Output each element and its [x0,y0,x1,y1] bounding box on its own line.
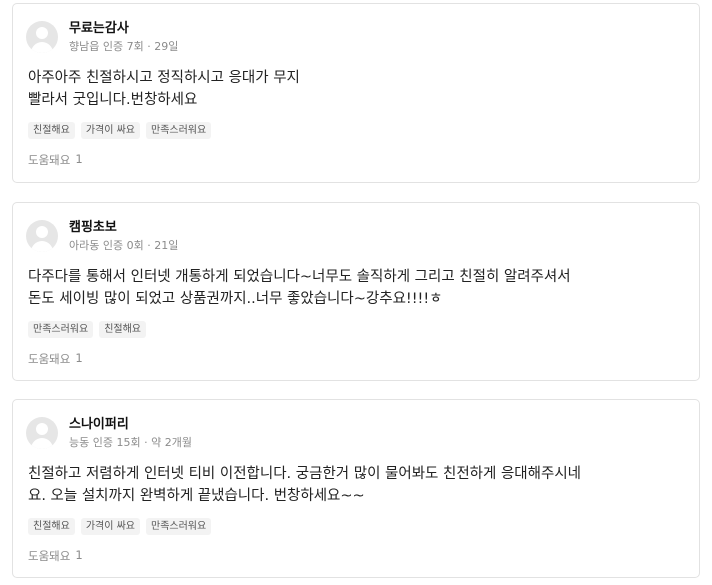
helpful-count: 1 [75,351,83,365]
avatar[interactable] [26,21,58,53]
review-tag: 친절해요 [28,518,75,535]
review-tag: 가격이 싸요 [80,518,140,535]
review-tag: 만족스러워요 [146,518,212,535]
review-text-line: 아주아주 친절하시고 정직하시고 응대가 무지 [28,70,300,86]
author-location: 아라동 [69,239,100,252]
author-location: 향남읍 [69,40,100,53]
helpful-label: 도움돼요 [28,153,71,167]
author-sub-info: 향남읍 인증 7회 · 29일 [69,40,179,53]
review-header: 스나이퍼리 능동 인증 15회 · 약 2개월 [26,416,192,450]
avatar-body-shape [31,241,53,252]
avatar[interactable] [26,220,58,252]
cert-count: 인증 15회 [92,436,141,449]
review-text-line: 친절하고 저렴하게 인터넷 티비 이전합니다. 궁금한거 많이 물어봐도 친전하… [28,466,582,482]
review-header: 무료는감사 향남읍 인증 7회 · 29일 [26,20,178,54]
helpful-count: 1 [75,152,83,166]
helpful-count: 1 [75,548,83,562]
review-list: 무료는감사 향남읍 인증 7회 · 29일 아주아주 친절하시고 정직하시고 응… [0,0,712,585]
review-card: 스나이퍼리 능동 인증 15회 · 약 2개월 친절하고 저렴하게 인터넷 티비… [12,399,700,578]
author-sub-info: 아라동 인증 0회 · 21일 [69,239,179,252]
review-text-line: 빨라서 굿입니다.번창하세요 [28,92,198,108]
avatar-body-shape [31,42,53,53]
helpful-label: 도움돼요 [28,352,71,366]
avatar[interactable] [26,417,58,449]
author-location: 능동 [69,436,90,449]
review-tag: 만족스러워요 [28,321,94,338]
helpful-button[interactable]: 도움돼요 1 [28,152,83,168]
helpful-button[interactable]: 도움돼요 1 [28,548,83,564]
avatar-head-shape [36,226,48,238]
helpful-button[interactable]: 도움돼요 1 [28,351,83,367]
review-card: 캠핑초보 아라동 인증 0회 · 21일 다주다를 통해서 인터넷 개통하게 되… [12,202,700,381]
author-sub-info: 능동 인증 15회 · 약 2개월 [69,436,192,449]
helpful-label: 도움돼요 [28,549,71,563]
review-date: 약 2개월 [151,436,192,449]
review-text: 다주다를 통해서 인터넷 개통하게 되었습니다~너무도 솔직하게 그리고 친절히… [28,266,688,310]
review-text-line: 다주다를 통해서 인터넷 개통하게 되었습니다~너무도 솔직하게 그리고 친절히… [28,269,571,285]
review-tags: 친절해요 가격이 싸요 만족스러워요 [28,122,217,139]
review-meta: 스나이퍼리 능동 인증 15회 · 약 2개월 [69,416,192,450]
author-name[interactable]: 캠핑초보 [69,219,178,236]
review-meta: 캠핑초보 아라동 인증 0회 · 21일 [69,219,178,253]
review-text-line: 요. 오늘 설치까지 완벽하게 끝냈습니다. 번창하세요~~ [28,488,365,504]
review-meta: 무료는감사 향남읍 인증 7회 · 29일 [69,20,178,54]
review-text: 친절하고 저렴하게 인터넷 티비 이전합니다. 궁금한거 많이 물어봐도 친전하… [28,463,688,507]
avatar-head-shape [36,27,48,39]
review-text-line: 돈도 세이빙 많이 되었고 상품권까지..너무 좋았습니다~강추요!!!!ㅎ [28,291,443,307]
author-name[interactable]: 무료는감사 [69,20,178,37]
review-date: 21일 [154,239,179,252]
review-tag: 만족스러워요 [146,122,212,139]
avatar-body-shape [31,438,53,449]
author-name[interactable]: 스나이퍼리 [69,416,192,433]
review-tag: 친절해요 [28,122,75,139]
review-text: 아주아주 친절하시고 정직하시고 응대가 무지 빨라서 굿입니다.번창하세요 [28,67,688,111]
avatar-head-shape [36,423,48,435]
review-card: 무료는감사 향남읍 인증 7회 · 29일 아주아주 친절하시고 정직하시고 응… [12,3,700,183]
cert-count: 인증 0회 [102,239,144,252]
review-tag: 친절해요 [99,321,147,338]
review-header: 캠핑초보 아라동 인증 0회 · 21일 [26,219,178,253]
review-tags: 친절해요 가격이 싸요 만족스러워요 [28,518,217,535]
review-tags: 만족스러워요 친절해요 [28,321,152,338]
cert-count: 인증 7회 [102,40,144,53]
review-tag: 가격이 싸요 [80,122,140,139]
review-date: 29일 [154,40,179,53]
